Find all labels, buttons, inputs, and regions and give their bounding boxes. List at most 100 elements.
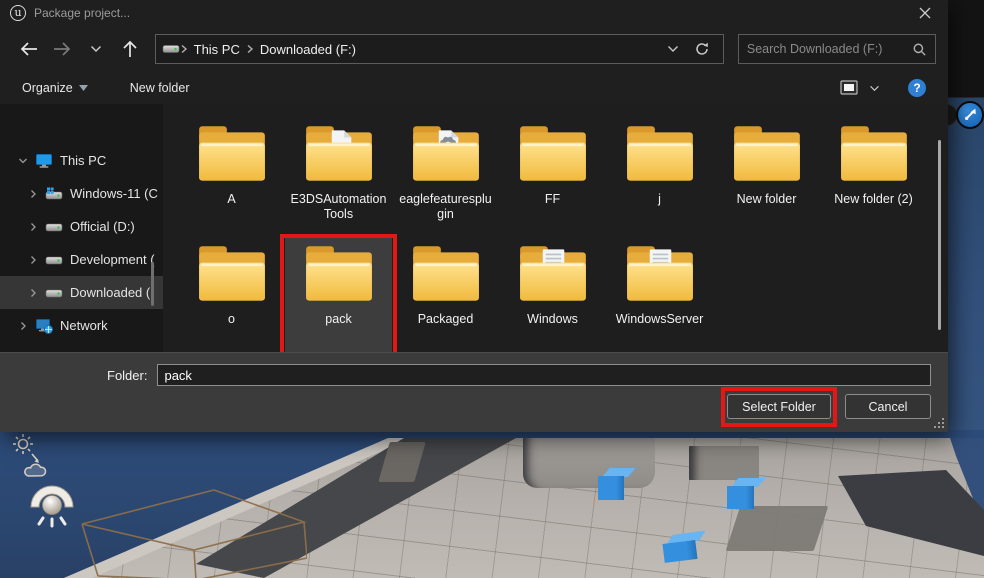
folder-tile-label: Windows: [527, 312, 578, 327]
select-folder-button[interactable]: Select Folder: [727, 394, 831, 419]
organize-button[interactable]: Organize: [22, 81, 88, 95]
sidebar-item-label: Development (: [70, 252, 155, 267]
package-project-dialog: u Package project...: [0, 0, 948, 432]
help-button[interactable]: ?: [908, 79, 926, 97]
chevron-right-icon[interactable]: [18, 321, 28, 331]
chevron-down-icon[interactable]: [18, 156, 28, 166]
viewport-gray-box: [689, 446, 759, 480]
folder-tile-label: WindowsServer: [616, 312, 704, 327]
editor-background: [948, 0, 984, 430]
window-title: Package project...: [34, 6, 130, 20]
chevron-right-icon[interactable]: [28, 189, 38, 199]
folder-icon: [515, 244, 591, 306]
folder-tile-e3dsautomation-tools[interactable]: E3DSAutomationTools: [285, 118, 392, 238]
cloud-icon[interactable]: [22, 462, 50, 480]
folder-tile-pack[interactable]: pack: [285, 238, 392, 352]
dialog-body: This PC Windows-11 (C Official (D:) Develop…: [0, 104, 948, 352]
sidebar-item-development[interactable]: Development (: [0, 243, 163, 276]
folder-icon: [836, 124, 912, 186]
navigation-bar: This PC Downloaded (F:): [0, 26, 948, 72]
chevron-right-icon[interactable]: [28, 222, 38, 232]
sidebar-item-label: Downloaded (: [70, 285, 150, 300]
resize-grip[interactable]: [932, 416, 945, 429]
cancel-button[interactable]: Cancel: [845, 394, 931, 419]
folder-name-input[interactable]: [157, 364, 931, 386]
folder-tile-label: New folder (2): [834, 192, 913, 207]
sidebar-item-label: Official (D:): [70, 219, 135, 234]
address-dropdown-button[interactable]: [659, 34, 687, 64]
address-bar[interactable]: This PC Downloaded (F:): [155, 34, 724, 64]
sidebar-item-official-d[interactable]: Official (D:): [0, 210, 163, 243]
folder-icon: [408, 124, 484, 186]
folder-tile-new-folder[interactable]: New folder: [713, 118, 820, 238]
folder-icon: [729, 124, 805, 186]
drive-icon: [45, 254, 63, 266]
folder-tile-packaged[interactable]: Packaged: [392, 238, 499, 352]
maximize-viewport-button[interactable]: [956, 101, 984, 129]
back-button[interactable]: [12, 34, 46, 64]
close-icon: [919, 7, 931, 19]
view-dropdown-icon[interactable]: [869, 85, 880, 92]
folder-tile-label: E3DSAutomationTools: [291, 192, 387, 222]
folder-icon: [194, 124, 270, 186]
sun-icon[interactable]: [8, 432, 44, 466]
change-view-button[interactable]: [840, 80, 859, 96]
folder-tile-eaglefeaturesplugin[interactable]: eaglefeaturesplugin: [392, 118, 499, 238]
folder-tile-label: o: [228, 312, 235, 327]
folder-tile-label: eaglefeaturesplugin: [399, 192, 491, 222]
blue-cube: [598, 468, 624, 500]
sidebar-item-label: Network: [60, 318, 108, 333]
chevron-right-icon[interactable]: [28, 255, 38, 265]
folder-tile-ff[interactable]: FF: [499, 118, 606, 238]
sidebar-scrollbar[interactable]: [151, 262, 154, 306]
breadcrumb-chevron-icon: [246, 44, 254, 54]
breadcrumb-downloaded[interactable]: Downloaded (F:): [254, 42, 362, 57]
skylight-icon[interactable]: [28, 480, 78, 528]
wireframe-box: [72, 488, 307, 578]
viewport-canvas[interactable]: [0, 430, 984, 578]
screen: u Package project...: [0, 0, 984, 578]
folder-tile-windowsserver[interactable]: WindowsServer: [606, 238, 713, 352]
viewport-gray-patch: [726, 506, 829, 551]
folder-icon: [301, 244, 377, 306]
folder-tile-label: A: [227, 192, 235, 207]
refresh-button[interactable]: [687, 34, 717, 64]
recent-locations-button[interactable]: [79, 34, 113, 64]
sidebar-item-network[interactable]: Network: [0, 309, 163, 342]
folder-tile-windows[interactable]: Windows: [499, 238, 606, 352]
close-button[interactable]: [912, 2, 938, 24]
folder-icon: [194, 244, 270, 306]
drive-icon: [45, 221, 63, 233]
folder-tile-o[interactable]: o: [178, 238, 285, 352]
folder-icon: [515, 124, 591, 186]
title-bar: u Package project...: [0, 0, 948, 26]
folder-tile-label: pack: [325, 312, 351, 327]
breadcrumb-chevron-icon: [180, 44, 188, 54]
drive-os-icon: [45, 187, 63, 201]
file-grid-scrollbar[interactable]: [938, 140, 941, 330]
search-box[interactable]: [738, 34, 936, 64]
dialog-footer: Folder: Select Folder Cancel: [0, 352, 948, 432]
folder-tile-label: New folder: [737, 192, 797, 207]
search-icon: [912, 42, 927, 57]
sidebar-item-label: This PC: [60, 153, 106, 168]
folder-icon: [622, 244, 698, 306]
sidebar-item-this-pc[interactable]: This PC: [0, 144, 163, 177]
folder-tile-new-folder-2-[interactable]: New folder (2): [820, 118, 927, 238]
folder-label: Folder:: [107, 368, 147, 383]
new-folder-button[interactable]: New folder: [130, 81, 190, 95]
diagonal-arrow-icon: [960, 105, 980, 125]
sidebar-item-windows-11-c[interactable]: Windows-11 (C: [0, 177, 163, 210]
forward-button[interactable]: [46, 34, 80, 64]
folder-tile-a[interactable]: A: [178, 118, 285, 238]
folder-icon: [301, 124, 377, 186]
sidebar-tree: This PC Windows-11 (C Official (D:) Develop…: [0, 104, 163, 352]
up-button[interactable]: [113, 34, 147, 64]
dropdown-arrow-icon: [79, 85, 88, 91]
breadcrumb-this-pc[interactable]: This PC: [188, 42, 246, 57]
sidebar-item-downloaded[interactable]: Downloaded (: [0, 276, 163, 309]
folder-tile-j[interactable]: j: [606, 118, 713, 238]
command-bar: Organize New folder ?: [0, 72, 948, 104]
search-input[interactable]: [747, 42, 912, 56]
chevron-right-icon[interactable]: [28, 288, 38, 298]
